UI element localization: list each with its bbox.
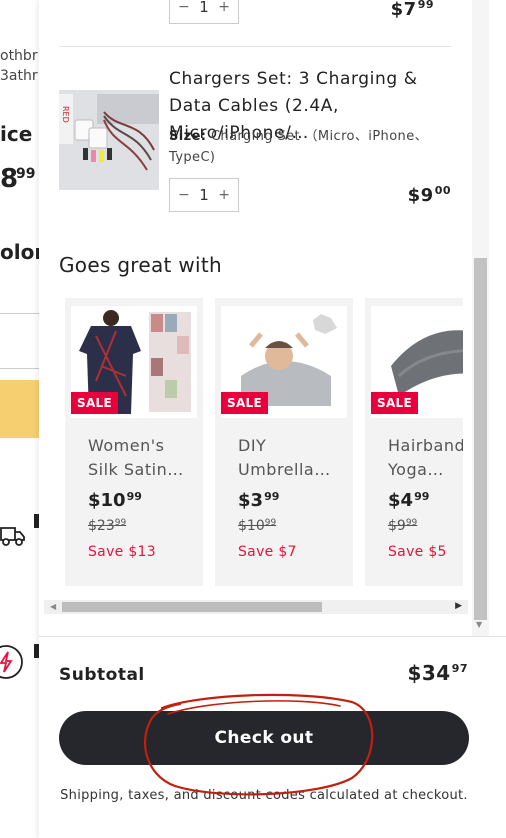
quantity-stepper[interactable]: − 1 + — [169, 0, 239, 24]
horizontal-scrollbar-thumb[interactable] — [62, 602, 322, 612]
savings-text: Save $13 — [88, 544, 156, 560]
savings-text: Save $7 — [238, 544, 297, 560]
background-text: 3athr — [0, 68, 38, 84]
vertical-scrollbar[interactable]: ▼ — [472, 0, 489, 636]
product-image[interactable]: RED — [59, 90, 159, 190]
background-text: othbr — [0, 48, 38, 64]
increase-quantity-button[interactable]: + — [218, 0, 230, 15]
background-text: olor — [0, 240, 45, 264]
svg-text:RED: RED — [61, 106, 70, 123]
truck-icon — [0, 527, 25, 546]
quantity-value: 1 — [199, 186, 209, 204]
recommendations-title: Goes great with — [59, 253, 222, 277]
product-card[interactable]: SALE Hairband Yoga… $499 $999 Save $5 — [365, 298, 463, 586]
product-name[interactable]: DIY Umbrella… — [238, 434, 346, 482]
cart-drawer: − 1 + $799 RED Chargers Set: 3 Charging … — [39, 0, 506, 838]
compare-at-price: $1099 — [238, 518, 277, 534]
product-name[interactable]: Women's Silk Satin… — [88, 434, 196, 482]
item-price: $799 — [390, 0, 434, 20]
compare-at-price: $2399 — [88, 518, 127, 534]
divider — [59, 46, 451, 47]
background-price-cents: 99 — [16, 166, 36, 182]
checkout-note: Shipping, taxes, and discount codes calc… — [60, 788, 468, 803]
scroll-right-arrow-icon[interactable]: ▶ — [455, 601, 462, 611]
background-text: ice — [0, 122, 33, 146]
scroll-down-arrow-icon[interactable]: ▼ — [476, 620, 482, 629]
cart-scroll-area: − 1 + $799 RED Chargers Set: 3 Charging … — [39, 0, 489, 636]
quantity-value: 1 — [199, 0, 209, 16]
sale-badge: SALE — [71, 392, 118, 414]
cart-footer: Subtotal $3497 Check out Shipping, taxes… — [39, 636, 506, 838]
quantity-stepper[interactable]: − 1 + — [169, 178, 239, 212]
savings-text: Save $5 — [388, 544, 447, 560]
lightning-icon — [0, 645, 23, 679]
horizontal-scrollbar[interactable]: ◀ ▶ — [44, 600, 468, 614]
sale-badge: SALE — [221, 392, 268, 414]
compare-at-price: $999 — [388, 518, 418, 534]
sale-badge: SALE — [371, 392, 418, 414]
product-price: $1099 — [88, 490, 142, 511]
subtotal-label: Subtotal — [59, 665, 145, 685]
cart-item-variant: Size: Charging Set （Micro、iPhone、TypeC) — [169, 129, 428, 165]
checkout-button[interactable]: Check out — [59, 711, 469, 765]
product-card[interactable]: SALE Women's Silk Satin… $1099 $2399 Sav… — [65, 298, 203, 586]
decrease-quantity-button[interactable]: − — [178, 187, 190, 203]
product-price: $399 — [238, 490, 280, 511]
increase-quantity-button[interactable]: + — [218, 187, 230, 203]
recommendations-carousel: SALE Women's Silk Satin… $1099 $2399 Sav… — [65, 298, 463, 588]
subtotal-value: $3497 — [407, 661, 468, 685]
product-card[interactable]: SALE DIY Umbrella… $399 $1099 Save $7 — [215, 298, 353, 586]
product-price: $499 — [388, 490, 430, 511]
product-name[interactable]: Hairband Yoga… — [388, 434, 463, 482]
item-price: $900 — [407, 184, 451, 206]
scroll-left-arrow-icon[interactable]: ◀ — [50, 602, 56, 611]
decrease-quantity-button[interactable]: − — [178, 0, 190, 15]
vertical-scrollbar-thumb[interactable] — [474, 258, 487, 620]
